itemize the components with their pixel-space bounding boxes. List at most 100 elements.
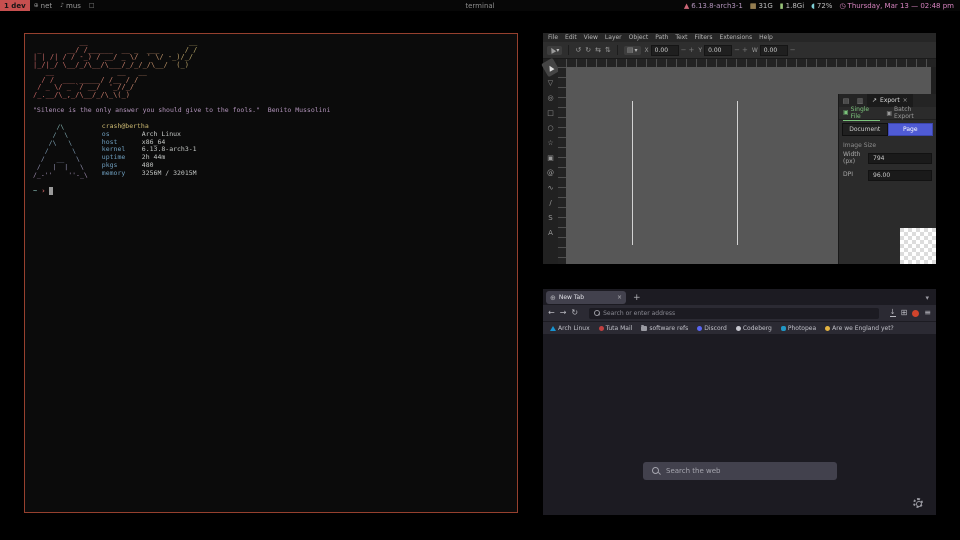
forward-button[interactable]: →: [560, 309, 567, 317]
quote-line: "Silence is the only answer you should g…: [33, 106, 509, 114]
menu-icon[interactable]: ≡: [924, 309, 931, 317]
layers-panel-icon[interactable]: ▥: [853, 97, 867, 105]
url-bar[interactable]: Search or enter address: [589, 308, 879, 319]
flip-vertical-icon[interactable]: ⇅: [605, 47, 611, 54]
flip-horizontal-icon[interactable]: ⇆: [595, 47, 601, 54]
rotate-ccw-icon[interactable]: ↺: [575, 47, 581, 54]
bookmark-arch-linux[interactable]: Arch Linux: [550, 325, 590, 332]
clock-module: ◷ Thursday, Mar 13 — 02:48 pm: [839, 2, 954, 10]
bookmark-tuta-mail[interactable]: Tuta Mail: [599, 325, 633, 332]
bookmark-are-we-england-yet[interactable]: Are we England yet?: [825, 325, 894, 332]
menu-text[interactable]: Text: [675, 34, 687, 41]
x-increment-button[interactable]: +: [689, 46, 695, 54]
menu-file[interactable]: File: [548, 34, 558, 41]
inkscape-window: File Edit View Layer Object Path Text Fi…: [543, 33, 936, 264]
extensions-icon[interactable]: ⊞: [901, 309, 908, 317]
bookmarks-bar: Arch Linux Tuta Mail software refs Disco…: [543, 321, 936, 334]
back-button[interactable]: ←: [548, 309, 555, 317]
terminal-window[interactable]: __ __ _ __/ /______ __ _ ___ / / | | /| …: [24, 33, 518, 513]
document-button[interactable]: Document: [842, 123, 888, 136]
align-icon: ▤: [627, 47, 634, 54]
text-cursor: [49, 187, 53, 195]
single-file-icon: ▣: [843, 109, 849, 116]
menu-view[interactable]: View: [584, 34, 598, 41]
new-tab-button[interactable]: +: [633, 293, 641, 303]
tab-title: New Tab: [559, 294, 584, 301]
image-size-heading: Image Size: [839, 139, 936, 150]
align-dropdown[interactable]: ▤ ▾: [624, 46, 641, 55]
bookmark-discord[interactable]: Discord: [697, 325, 727, 332]
gear-icon[interactable]: [913, 498, 923, 508]
memory-module: ▮ 1.8Gi: [780, 2, 804, 10]
canvas-area: ▤ ▥ ↗ Export × ▣ Single File ▣ Ba: [558, 59, 936, 264]
width-field[interactable]: 794: [868, 153, 932, 164]
page-button[interactable]: Page: [888, 123, 934, 136]
x-value-field[interactable]: 0.00: [651, 45, 679, 56]
inkscape-toolbox: ▲ ▽ ◎ □ ○ ☆ ▣ @ ∿ / S A: [543, 59, 558, 264]
single-file-tab[interactable]: ▣ Single File: [843, 106, 880, 121]
workspace-net[interactable]: ⊕ net: [30, 0, 57, 11]
y-value-field[interactable]: 0.00: [704, 45, 732, 56]
node-tool-icon[interactable]: ▽: [544, 75, 557, 90]
menu-edit[interactable]: Edit: [565, 34, 577, 41]
close-icon[interactable]: ×: [903, 97, 908, 104]
objects-panel-icon[interactable]: ▤: [839, 97, 853, 105]
memory-icon: ▮: [780, 2, 784, 10]
workspace-net-label: net: [41, 2, 53, 10]
box3d-tool-icon[interactable]: ▣: [544, 150, 557, 165]
spiral-tool-icon[interactable]: @: [544, 165, 557, 180]
y-increment-button[interactable]: +: [742, 46, 748, 54]
downloads-icon[interactable]: ↓: [890, 309, 896, 317]
bookmark-folder-software-refs[interactable]: software refs: [641, 325, 688, 332]
rectangle-tool-icon[interactable]: □: [544, 105, 557, 120]
pen-tool-icon[interactable]: /: [544, 195, 557, 210]
web-search-box[interactable]: Search the web: [643, 462, 837, 480]
rotate-cw-icon[interactable]: ↻: [585, 47, 591, 54]
batch-export-tab[interactable]: ▣ Batch Export: [886, 106, 932, 120]
web-search-placeholder: Search the web: [666, 467, 720, 475]
y-decrement-button[interactable]: −: [734, 46, 740, 54]
star-tool-icon[interactable]: ☆: [544, 135, 557, 150]
batch-export-icon: ▣: [886, 110, 892, 117]
disk-module: ▦ 31G: [750, 2, 773, 10]
ellipse-tool-icon[interactable]: ○: [544, 120, 557, 135]
close-tab-icon[interactable]: ×: [617, 294, 622, 301]
dpi-row: DPI 96.00: [839, 168, 936, 183]
active-tab[interactable]: ⊕ New Tab ×: [546, 291, 626, 304]
volume-module[interactable]: ◖ 72%: [811, 2, 832, 10]
pencil-tool-icon[interactable]: ∿: [544, 180, 557, 195]
workspace-mus[interactable]: ♪ mus: [56, 0, 85, 11]
reload-button[interactable]: ↻: [571, 309, 578, 317]
menu-path[interactable]: Path: [655, 34, 668, 41]
workspace-dev[interactable]: 1 dev: [0, 0, 30, 11]
adblock-extension-icon[interactable]: [912, 310, 919, 317]
w-decrement-button[interactable]: −: [790, 46, 796, 54]
workspace-empty[interactable]: □: [85, 0, 99, 11]
discord-icon: [697, 326, 702, 331]
fetch-row-memory: memory 3256M / 32015M: [102, 170, 197, 178]
kernel-module: ▲ 6.13.8-arch3-1: [684, 2, 743, 10]
batch-export-label: Batch Export: [894, 106, 932, 120]
menu-layer[interactable]: Layer: [605, 34, 622, 41]
menu-help[interactable]: Help: [759, 34, 773, 41]
search-icon: [594, 310, 600, 316]
w-value-field[interactable]: 0.00: [760, 45, 788, 56]
calligraphy-tool-icon[interactable]: S: [544, 210, 557, 225]
shell-prompt[interactable]: ~ ›: [33, 187, 509, 195]
bookmark-codeberg[interactable]: Codeberg: [736, 325, 772, 332]
shape-builder-tool-icon[interactable]: ◎: [544, 90, 557, 105]
list-all-tabs-icon[interactable]: ▾: [925, 294, 933, 302]
selection-mode-dropdown[interactable]: ▲ ▾: [547, 46, 562, 55]
welcome-banner-ascii: __ __ _ __/ /______ __ _ ___ / / | | /| …: [33, 39, 509, 99]
menu-extensions[interactable]: Extensions: [720, 34, 753, 41]
bookmark-photopea[interactable]: Photopea: [781, 325, 816, 332]
menu-object[interactable]: Object: [629, 34, 649, 41]
fetch-block: /\ / \ /\ \ / \ / __ \ / | | \ /_-'' ''-…: [33, 123, 509, 179]
x-label: X: [645, 47, 649, 54]
dpi-field[interactable]: 96.00: [868, 170, 932, 181]
dpi-label: DPI: [843, 172, 865, 179]
menu-filters[interactable]: Filters: [695, 34, 713, 41]
x-decrement-button[interactable]: −: [681, 46, 687, 54]
text-tool-icon[interactable]: A: [544, 225, 557, 240]
width-row: Width (px) 794: [839, 150, 936, 168]
